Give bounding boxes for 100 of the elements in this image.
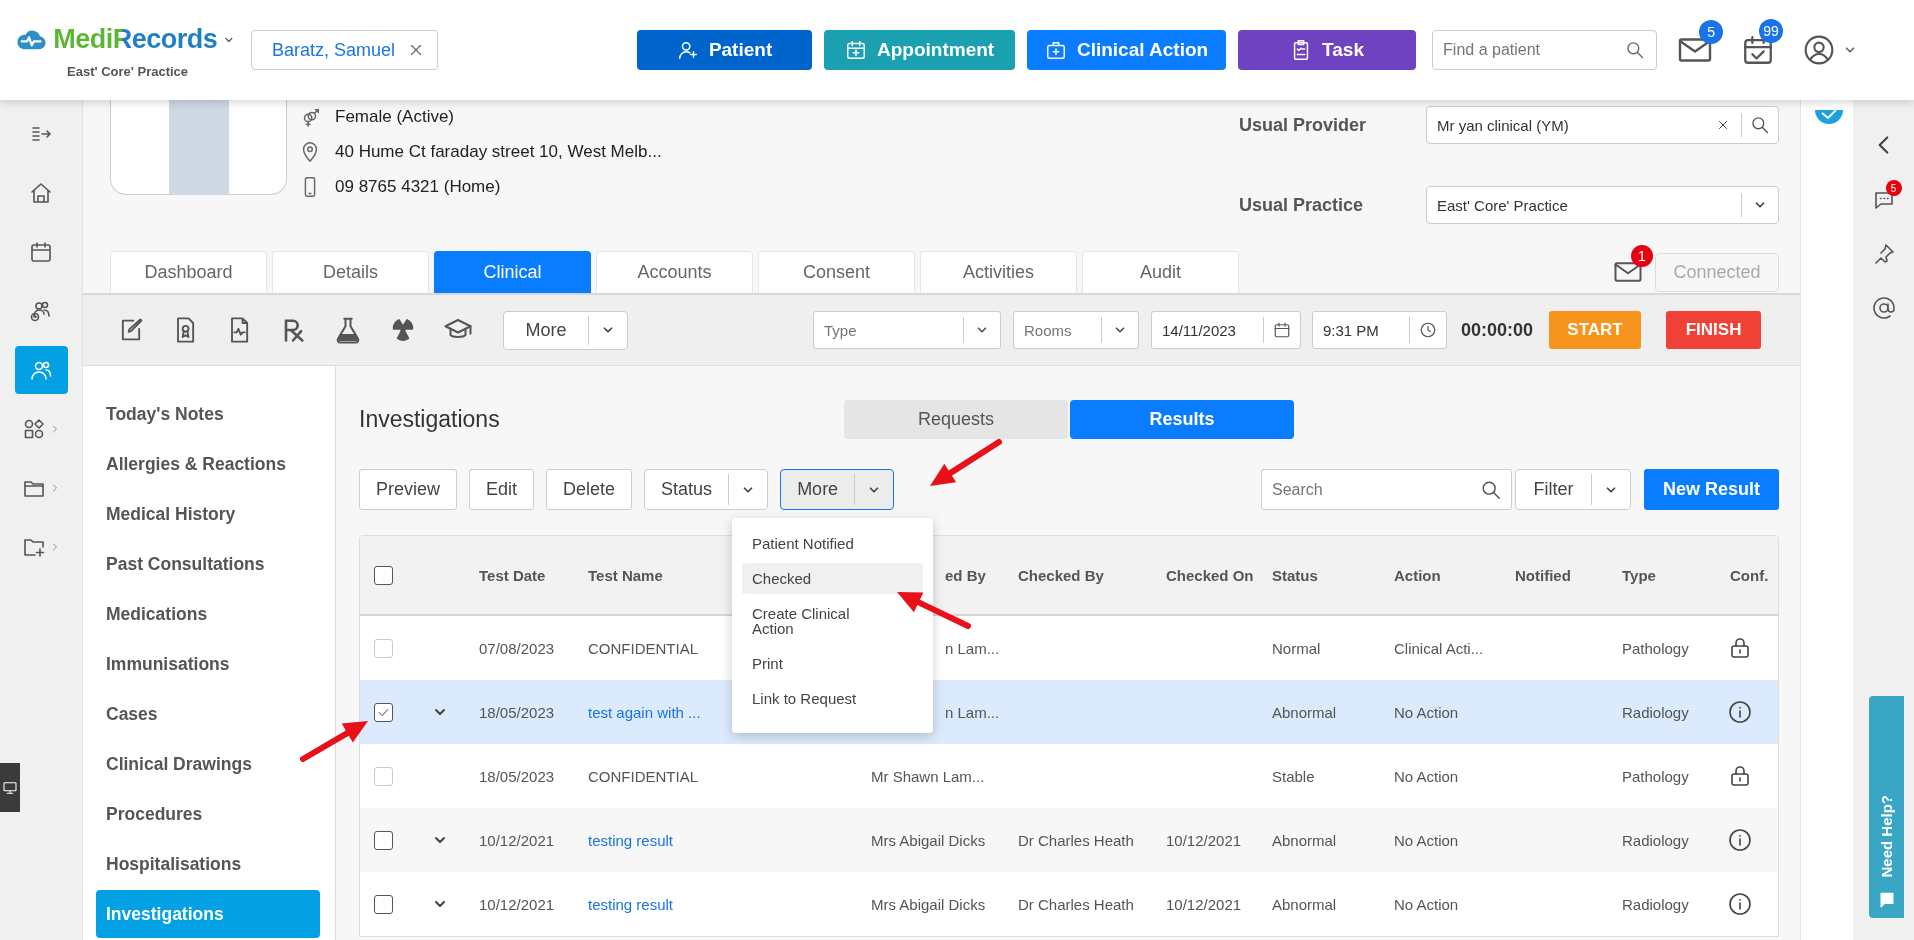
new-result-button[interactable]: New Result [1644,469,1779,510]
search-icon[interactable] [1750,115,1770,135]
type-select[interactable]: Type [813,311,1001,349]
at-sign-icon[interactable] [1871,296,1896,320]
rooms-select[interactable]: Rooms [1013,311,1139,349]
patient-chip[interactable]: Baratz, Samuel [251,30,439,70]
checkbox[interactable] [374,894,393,914]
action-button[interactable]: Delete [546,469,633,510]
column-header: Checked By [1017,566,1104,584]
checkbox[interactable] [374,830,393,850]
status-dropdown[interactable]: Status [644,469,769,510]
table-cell-text: n Lam... [944,703,1001,721]
segment-tab[interactable]: Results [1070,400,1294,439]
table-cell-text: 18/05/2023 [478,703,556,721]
field-value: Mr yan clinical (YM) [1436,116,1570,134]
nav-item[interactable]: Immunisations [83,640,320,688]
annotation-arrow [930,439,1002,486]
menu-item[interactable]: Print [742,648,923,679]
column-header: Test Date [478,566,546,584]
nav-item[interactable]: Medical History [83,490,320,538]
search-field[interactable]: Search [1261,469,1512,510]
column-header: Notified [1514,566,1571,584]
nav-item[interactable]: Procedures [83,790,320,838]
count-badge: 99 [1759,19,1784,43]
practice-name: East' Core' Practice [67,63,190,79]
menu-item[interactable]: Checked [742,563,923,594]
nav-item[interactable]: Hospitalisations [83,840,320,888]
menu-item[interactable]: Patient Notified [742,528,923,559]
practice-select[interactable]: East' Core' Practice [1426,186,1779,224]
header-action-button[interactable]: Patient [637,30,813,70]
nav-item[interactable]: Allergies & Reactions [83,440,320,488]
table-cell-text: Clinical Acti... [1393,639,1485,657]
info-icon[interactable] [1728,892,1752,916]
table-cell-text: Mrs Abigail Dicks [870,895,987,913]
table-cell-text: Radiology [1621,895,1690,913]
action-button[interactable]: Preview [359,469,458,510]
table-cell-text: n Lam... [944,639,1001,657]
more-dropdown[interactable]: More [780,469,895,510]
menu-item[interactable]: Link to Request [742,683,923,714]
tab[interactable]: Audit [1082,251,1239,293]
action-button[interactable]: Edit [469,469,535,510]
user-icon[interactable] [1803,34,1836,66]
gender-text: Female (Active) [335,107,455,127]
checkbox[interactable] [374,702,393,722]
count-badge: 1 [1631,245,1653,267]
tab[interactable]: Activities [920,251,1077,293]
table-cell-text: Pathology [1621,767,1690,785]
count-badge: 5 [1699,20,1724,44]
table-cell-text: 18/05/2023 [478,767,556,785]
table-cell-text: Abnormal [1271,831,1338,849]
patient-name[interactable]: Baratz, Samuel [272,39,396,61]
column-header: Type [1621,566,1656,584]
table-cell-text: Radiology [1621,703,1690,721]
table-cell-text: 07/08/2023 [478,639,556,657]
filter-dropdown[interactable]: Filter [1515,469,1631,510]
table-cell-text: Radiology [1621,831,1690,849]
info-icon[interactable] [1728,700,1752,724]
table-cell-text: Pathology [1621,639,1690,657]
more-dropdown[interactable]: More [503,310,628,350]
nav-item[interactable]: Cases [83,690,320,738]
monitor-icon [2,779,18,796]
result-link[interactable]: testing result [576,895,859,913]
tab[interactable]: Accounts [596,251,753,293]
finish-button[interactable]: FINISH [1666,311,1762,349]
clear-icon[interactable] [1716,118,1730,132]
person-plus-icon [676,39,699,61]
calendar-icon [1273,321,1291,339]
table-cell-text: No Action [1393,831,1460,849]
tab[interactable]: Clinical [434,251,591,293]
result-link[interactable]: testing result [576,831,859,849]
table-cell-text: Dr Charles Heath [1017,831,1135,849]
header-action-button[interactable]: Task [1238,30,1417,70]
date-field[interactable]: 14/11/2023 [1151,311,1301,349]
info-icon[interactable] [1728,828,1752,852]
checkbox[interactable] [374,565,393,585]
time-field[interactable]: 9:31 PM [1312,311,1447,349]
tab[interactable]: Dashboard [110,251,267,293]
nav-item[interactable]: Today's Notes [83,390,320,438]
address-text: 40 Hume Ct faraday street 10, West Melb... [335,142,662,162]
field-label: Usual Practice [1239,194,1365,216]
table-cell-text: No Action [1393,895,1460,913]
patient-search-field[interactable]: Find a patient [1432,30,1658,70]
calendar-plus-icon [845,39,867,61]
nav-item[interactable]: Medications [83,590,320,638]
menu-item[interactable]: Create Clinical Action [742,598,862,644]
tab[interactable]: Consent [758,251,915,293]
calendar-icon [29,240,53,264]
tab[interactable]: Details [272,251,429,293]
segment-tab[interactable]: Requests [844,400,1068,439]
table-cell-text: Abnormal [1271,703,1338,721]
column-header: Test Name [587,566,663,584]
table-cell-text: CONFIDENTIAL [587,767,699,785]
table-cell-text: Abnormal [1271,895,1338,913]
table-cell-text: 10/12/2021 [478,831,556,849]
nav-item[interactable]: Past Consultations [83,540,320,588]
provider-field[interactable]: Mr yan clinical (YM) [1426,106,1779,144]
rail-item[interactable] [14,346,68,394]
header-action-button[interactable]: Clinical Action [1027,30,1227,70]
side-tab[interactable] [0,763,20,812]
nav-item[interactable]: Clinical Drawings [83,740,320,788]
